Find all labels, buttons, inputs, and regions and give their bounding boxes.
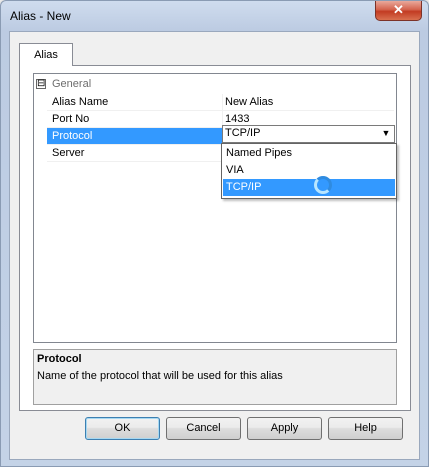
cancel-button[interactable]: Cancel: [166, 417, 241, 440]
dropdown-option-tcp-ip[interactable]: TCP/IP: [223, 179, 395, 196]
chevron-down-icon[interactable]: ▼: [379, 126, 393, 141]
title-bar[interactable]: Alias - New ✕: [1, 1, 428, 31]
description-title: Protocol: [37, 353, 82, 365]
combobox-value: TCP/IP: [225, 127, 261, 139]
protocol-dropdown-list: Named Pipes VIA TCP/IP: [221, 143, 397, 199]
window-title: Alias - New: [10, 9, 71, 23]
property-name: Port No: [52, 113, 90, 125]
description-pane: Protocol Name of the protocol that will …: [33, 349, 397, 405]
property-name: Alias Name: [52, 96, 109, 108]
group-label: General: [52, 78, 92, 90]
dropdown-option-via[interactable]: VIA: [223, 162, 395, 179]
property-row-alias-name[interactable]: Alias Name New Alias: [47, 94, 394, 110]
tab-alias[interactable]: Alias: [19, 43, 73, 66]
property-value[interactable]: New Alias: [223, 94, 396, 110]
property-grid: ⊟ General Alias Name New Alias Port No 1…: [33, 73, 397, 343]
property-name: Server: [52, 147, 85, 159]
group-header-general[interactable]: ⊟ General: [34, 76, 396, 93]
busy-spinner-icon: [314, 176, 332, 194]
property-name: Protocol: [47, 128, 222, 144]
apply-button[interactable]: Apply: [247, 417, 322, 440]
ok-button[interactable]: OK: [85, 417, 160, 440]
collapse-icon[interactable]: ⊟: [36, 79, 46, 89]
close-icon: ✕: [393, 2, 404, 17]
protocol-combobox[interactable]: TCP/IP ▼: [222, 125, 395, 143]
close-button[interactable]: ✕: [375, 1, 422, 21]
description-text: Name of the protocol that will be used f…: [37, 370, 283, 382]
dropdown-option-named-pipes[interactable]: Named Pipes: [223, 145, 395, 162]
help-button[interactable]: Help: [328, 417, 403, 440]
